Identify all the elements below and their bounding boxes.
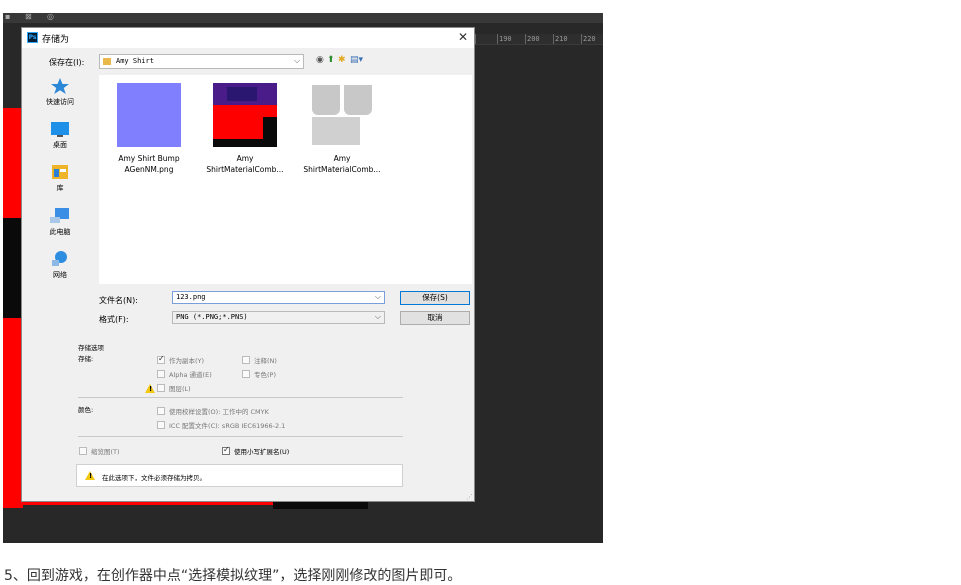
file-name-line: Amy [236, 154, 254, 163]
ruler-tick-label: 190 [499, 35, 512, 43]
icc-profile-checkbox[interactable] [157, 421, 165, 429]
as-copy-checkbox[interactable] [157, 354, 165, 364]
icc-profile-label: ICC 配置文件(C): sRGB IEC61966-2.1 [169, 422, 286, 430]
ps-settings-icon[interactable]: ◎ [47, 13, 54, 21]
storage-label: 存储: [78, 355, 94, 363]
view-menu-icon[interactable]: ▤▾ [350, 55, 363, 65]
file-item[interactable]: Amy ShirtMaterialComb... [298, 83, 386, 175]
computer-icon [50, 208, 69, 223]
sidebar-item-label: 此电脑 [49, 228, 71, 236]
filename-value: 123.png [176, 293, 206, 301]
network-icon [52, 251, 67, 266]
ps-topbar: ▪ ⊠ ◎ [3, 13, 603, 23]
desktop-icon [51, 122, 69, 137]
close-icon[interactable]: ✕ [458, 30, 468, 44]
photoshop-app-icon: Ps [27, 32, 38, 43]
thumbnail-label: 缩览图(T) [91, 448, 120, 456]
notes-label: 注释(N) [254, 357, 277, 365]
ruler-tick-label: 200 [527, 35, 540, 43]
sidebar-item-label: 快速访问 [46, 98, 74, 106]
article-screenshot: ▪ ⊠ ◎ 190 200 210 220 Ps 存储为 ✕ 保存在(I): A… [0, 0, 961, 584]
file-name-line: Amy [333, 154, 351, 163]
as-copy-label: 作为副本(Y) [169, 357, 205, 365]
copy-warning-box: 在此选项下，文件必须存储为拷贝。 [76, 464, 403, 487]
ps-horizontal-ruler: 190 200 210 220 [473, 34, 603, 45]
chevron-down-icon[interactable]: ⌵ [375, 312, 381, 322]
sidebar-item-label: 网络 [53, 271, 67, 279]
file-thumbnail [117, 83, 181, 147]
chevron-down-icon: ⌵ [294, 56, 301, 65]
proof-setup-checkbox[interactable] [157, 407, 165, 415]
spot-color-checkbox[interactable] [242, 370, 250, 378]
cancel-button[interactable]: 取消 [400, 311, 470, 325]
save-button[interactable]: 保存(S) [400, 291, 470, 305]
format-select[interactable]: PNG (*.PNG;*.PNS) ⌵ [172, 311, 385, 324]
save-options-title: 存储选项 [78, 344, 104, 352]
format-value: PNG (*.PNG;*.PNS) [176, 313, 248, 321]
sidebar-item-quick-access[interactable]: 快速访问 [26, 77, 94, 107]
filename-input[interactable]: 123.png ⌵ [172, 291, 385, 304]
file-name-line: ShirtMaterialComb... [303, 165, 381, 174]
color-label: 颜色: [78, 406, 94, 414]
notes-checkbox[interactable] [242, 356, 250, 364]
sidebar-item-network[interactable]: 网络 [26, 250, 94, 280]
save-in-value: Amy Shirt [116, 57, 154, 65]
sidebar-item-desktop[interactable]: 桌面 [26, 121, 94, 150]
ruler-tick-label: 210 [555, 35, 568, 43]
sidebar-item-this-pc[interactable]: 此电脑 [26, 207, 94, 237]
canvas-black-region [3, 218, 23, 318]
warning-icon [85, 471, 95, 480]
lowercase-ext-checkbox[interactable] [222, 445, 230, 455]
ruler-tick-label: 220 [583, 35, 596, 43]
save-in-dropdown[interactable]: Amy Shirt ⌵ [99, 54, 304, 69]
file-list: Amy Shirt Bump AGenNM.png Amy ShirtMater… [99, 75, 472, 284]
file-name-line: AGenNM.png [124, 165, 174, 174]
layers-label: 图层(L) [169, 385, 191, 393]
proof-setup-label: 使用校样设置(O): 工作中的 CMYK [169, 408, 269, 416]
copy-warning-text: 在此选项下，文件必须存储为拷贝。 [102, 474, 206, 482]
library-icon [52, 165, 68, 179]
filename-label: 文件名(N): [99, 296, 138, 305]
article-caption: 5、回到游戏，在创作器中点“选择模拟纹理”，选择刚刚修改的图片即可。 [4, 568, 462, 584]
divider [78, 436, 403, 437]
places-sidebar: 快速访问 桌面 库 此电脑 网络 [26, 75, 94, 285]
sidebar-item-library[interactable]: 库 [26, 163, 94, 193]
new-folder-icon[interactable]: ✱ [338, 55, 346, 65]
ps-close-doc-icon[interactable]: ⊠ [25, 13, 32, 21]
sidebar-item-label: 桌面 [53, 141, 67, 149]
star-icon [51, 78, 69, 94]
dialog-title: 存储为 [42, 35, 70, 45]
back-icon[interactable]: ◉ [316, 55, 324, 65]
dialog-titlebar[interactable]: Ps 存储为 ✕ [22, 28, 474, 48]
up-folder-icon[interactable]: ⬆ [327, 55, 335, 65]
save-as-dialog: Ps 存储为 ✕ 保存在(I): Amy Shirt ⌵ ◉ ⬆ ✱ ▤▾ 快速… [21, 27, 475, 502]
thumbnail-checkbox[interactable] [79, 447, 87, 455]
resize-grip-icon[interactable]: ⋰ [466, 493, 473, 501]
spot-color-label: 专色(P) [254, 371, 276, 379]
alpha-checkbox[interactable] [157, 370, 165, 378]
layers-checkbox[interactable] [157, 384, 165, 392]
ps-tool-icon[interactable]: ▪ [5, 13, 10, 21]
folder-icon [103, 58, 111, 65]
save-in-label: 保存在(I): [49, 58, 85, 67]
file-thumbnail [310, 83, 374, 147]
lowercase-ext-label: 使用小写扩展名(U) [234, 448, 290, 456]
file-name-line: ShirtMaterialComb... [206, 165, 284, 174]
canvas-red-region [3, 108, 23, 218]
alpha-label: Alpha 通道(E) [169, 371, 212, 379]
sidebar-item-label: 库 [56, 184, 64, 192]
file-item[interactable]: Amy Shirt Bump AGenNM.png [105, 83, 193, 175]
warning-icon [145, 384, 155, 393]
file-name-line: Amy Shirt Bump [118, 154, 180, 163]
canvas-red-region [3, 318, 23, 508]
file-item[interactable]: Amy ShirtMaterialComb... [201, 83, 289, 175]
chevron-down-icon[interactable]: ⌵ [375, 292, 381, 302]
format-label: 格式(F): [99, 315, 129, 324]
file-thumbnail [213, 83, 277, 147]
divider [78, 397, 403, 398]
